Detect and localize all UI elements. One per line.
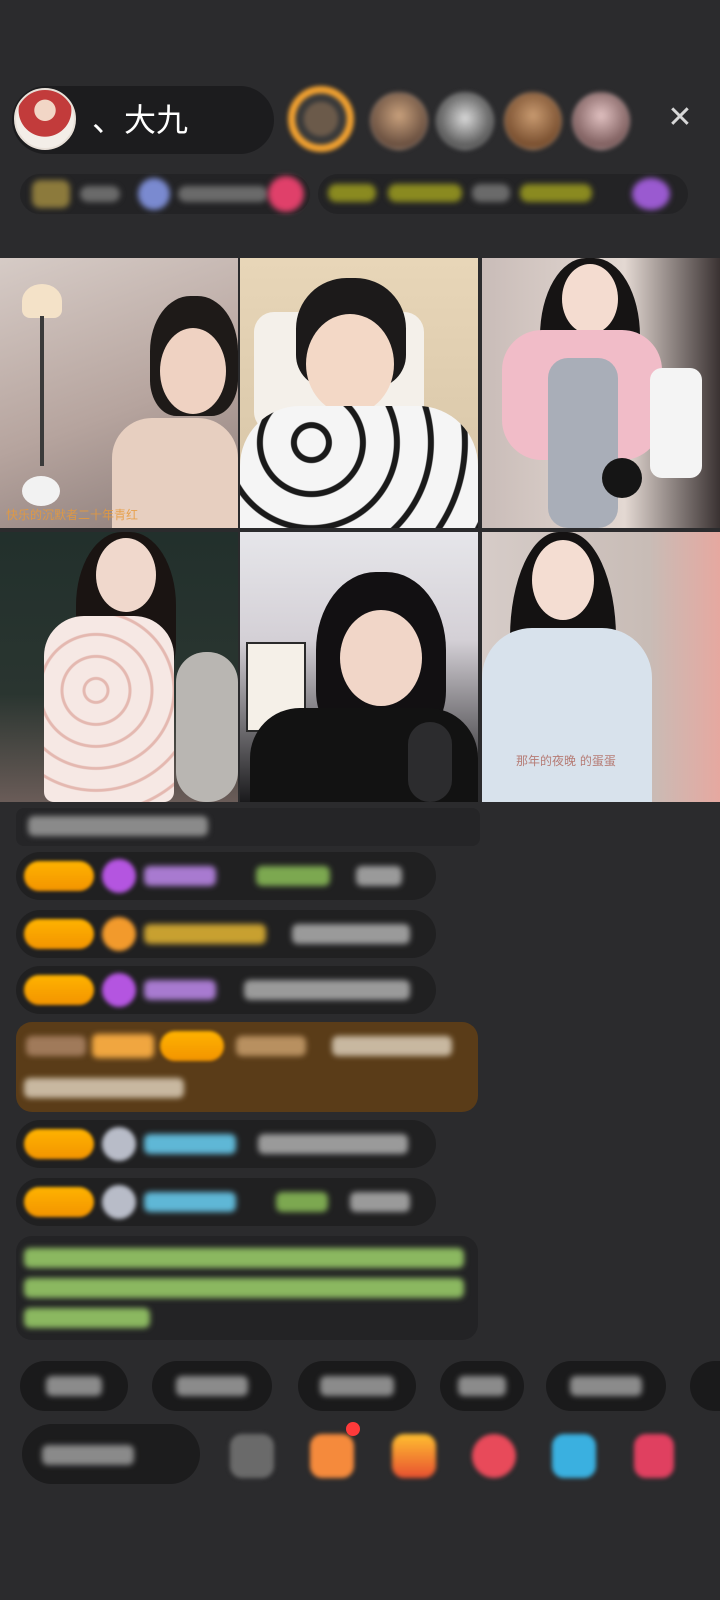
viewer-avatar-2[interactable] [370, 92, 428, 150]
quick-reply-chip-5[interactable] [546, 1361, 666, 1411]
viewer-avatar-4[interactable] [504, 92, 562, 150]
viewer-avatar-5[interactable] [572, 92, 630, 150]
gift-box-icon[interactable] [392, 1434, 436, 1478]
rank-text [80, 186, 120, 202]
chip-label [176, 1376, 248, 1396]
grey-dress [548, 358, 618, 528]
quick-reply-chip-1[interactable] [20, 1361, 128, 1411]
microphone [22, 476, 60, 506]
chat-text [28, 816, 208, 836]
viewer-avatar-1[interactable] [288, 86, 354, 152]
viewer-avatar-3[interactable] [436, 92, 494, 150]
tile-caption: 快乐的沉默者二十年青红 [6, 508, 139, 522]
video-tile-4[interactable] [0, 532, 238, 802]
quick-reply-chip-4[interactable] [440, 1361, 524, 1411]
floral-dress [44, 616, 174, 802]
chat-level-tag [26, 1036, 86, 1056]
chat-text [292, 924, 410, 944]
chat-text [350, 1192, 410, 1212]
fan-badge-icon [24, 1129, 94, 1159]
announcement-line-2 [24, 1278, 464, 1298]
chat-username [144, 866, 216, 886]
fan-badge-icon [24, 861, 94, 891]
chat-text [24, 1078, 184, 1098]
streamer-face [340, 610, 422, 706]
studio-microphone [408, 722, 452, 802]
diamond-icon [102, 973, 136, 1007]
floor-lamp [22, 284, 62, 318]
sweater-mickey [240, 406, 478, 528]
chat-username [144, 980, 216, 1000]
streamer-face [562, 264, 618, 334]
task-tag-1 [328, 184, 376, 202]
task-badge-icon[interactable] [632, 178, 670, 210]
tile-caption: 那年的夜晚 的蛋蛋 [516, 754, 616, 768]
chat-vip-tag [92, 1034, 154, 1058]
gift-icon[interactable] [268, 176, 304, 212]
chat-bubble-icon[interactable] [552, 1434, 596, 1478]
host-name: 、大九 [92, 101, 189, 139]
chat-text [276, 1192, 328, 1212]
fan-badge-icon [160, 1031, 224, 1061]
chat-text [332, 1036, 452, 1056]
fan-badge-icon [24, 1187, 94, 1217]
streamer-face [160, 328, 226, 414]
floor-lamp-pole [40, 316, 44, 466]
chat-username [236, 1036, 306, 1056]
chip-label [458, 1376, 506, 1396]
streamer-face [532, 540, 594, 620]
share-icon[interactable] [230, 1434, 274, 1478]
diamond-icon [102, 859, 136, 893]
video-tile-6[interactable]: 那年的夜晚 的蛋蛋 [482, 532, 720, 802]
quick-reply-chip-6[interactable] [690, 1361, 720, 1411]
store-icon[interactable] [310, 1434, 354, 1478]
more-apps-icon[interactable] [634, 1434, 674, 1478]
announcement-line-3 [24, 1308, 150, 1328]
chat-username [144, 1192, 236, 1212]
comment-input-placeholder [42, 1445, 134, 1465]
chat-username-target [256, 866, 330, 886]
light-blue-dress [482, 628, 652, 802]
chip-label [570, 1376, 642, 1396]
chat-text [258, 1134, 408, 1154]
notification-dot [346, 1422, 360, 1436]
stool [176, 652, 238, 802]
task-tag-3 [472, 184, 510, 202]
task-tag-4 [520, 184, 592, 202]
streamer-face [306, 314, 394, 414]
heart-icon [102, 917, 136, 951]
avatar-icon [102, 1185, 136, 1219]
popularity-icon [138, 178, 170, 210]
fan-badge-icon [24, 919, 94, 949]
chat-text [244, 980, 410, 1000]
streamer-face [96, 538, 156, 612]
close-icon[interactable]: ✕ [662, 100, 698, 136]
chat-username [144, 1134, 236, 1154]
popularity-text [178, 186, 268, 202]
host-avatar[interactable] [14, 88, 76, 150]
task-tag-2 [388, 184, 462, 202]
avatar-icon [102, 1127, 136, 1161]
game-icon[interactable] [472, 1434, 516, 1478]
chat-username [144, 924, 266, 944]
chat-text [356, 866, 402, 886]
quick-reply-chip-3[interactable] [298, 1361, 416, 1411]
video-tile-3[interactable] [482, 258, 720, 528]
chip-label [320, 1376, 394, 1396]
video-tile-2[interactable] [240, 258, 478, 528]
multi-guest-video-grid: 快乐的沉默者二十年青红 那年的夜晚 的蛋蛋 [0, 258, 720, 802]
pillow [650, 368, 702, 478]
video-tile-5[interactable] [240, 532, 478, 802]
chip-label [46, 1376, 102, 1396]
fan-badge-icon [24, 975, 94, 1005]
rank-icon [32, 180, 70, 208]
quick-reply-chip-2[interactable] [152, 1361, 272, 1411]
video-tile-1[interactable]: 快乐的沉默者二十年青红 [0, 258, 238, 528]
announcement-line-1 [24, 1248, 464, 1268]
microphone [602, 458, 642, 498]
